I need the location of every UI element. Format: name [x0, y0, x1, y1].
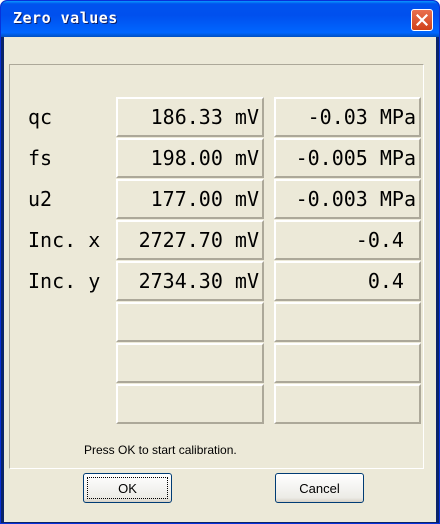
raw-value-empty [116, 302, 264, 342]
raw-value-inc-y: 2734.30 mV [116, 261, 264, 301]
raw-value-qc: 186.33 mV [116, 97, 264, 137]
raw-value-empty [116, 343, 264, 383]
row-label-u2: u2 [28, 187, 53, 211]
values-panel: qc 186.33 mV -0.03 MPa fs 198.00 mV -0.0… [9, 64, 424, 469]
focus-rectangle [87, 477, 168, 499]
ok-button[interactable]: OK [83, 473, 172, 503]
raw-value-inc-x: 2727.70 mV [116, 220, 264, 260]
raw-value-u2: 177.00 mV [116, 179, 264, 219]
zero-value-empty [274, 384, 421, 424]
raw-value-empty [116, 384, 264, 424]
zero-value-empty [274, 302, 421, 342]
dialog-body: qc 186.33 mV -0.03 MPa fs 198.00 mV -0.0… [4, 37, 436, 522]
cancel-button[interactable]: Cancel [275, 473, 364, 503]
cancel-label: ancel [308, 480, 340, 496]
zero-value-fs: -0.005 MPa [274, 138, 421, 178]
raw-value-fs: 198.00 mV [116, 138, 264, 178]
cancel-mnemonic: C [299, 480, 309, 496]
window-title: Zero values [13, 9, 118, 27]
zero-value-inc-x: -0.4 [274, 220, 421, 260]
row-label-fs: fs [28, 146, 53, 170]
row-label-inc-x: Inc. x [28, 228, 101, 252]
close-icon [416, 14, 428, 26]
zero-value-qc: -0.03 MPa [274, 97, 421, 137]
calibration-prompt: Press OK to start calibration. [84, 443, 237, 457]
row-label-inc-y: Inc. y [28, 269, 101, 293]
dialog-window: Zero values qc 186.33 mV -0.03 MPa fs 19… [0, 0, 440, 524]
close-button[interactable] [411, 9, 433, 31]
zero-value-empty [274, 343, 421, 383]
row-label-qc: qc [28, 105, 53, 129]
title-bar[interactable]: Zero values [1, 1, 439, 37]
zero-value-u2: -0.003 MPa [274, 179, 421, 219]
zero-value-inc-y: 0.4 [274, 261, 421, 301]
